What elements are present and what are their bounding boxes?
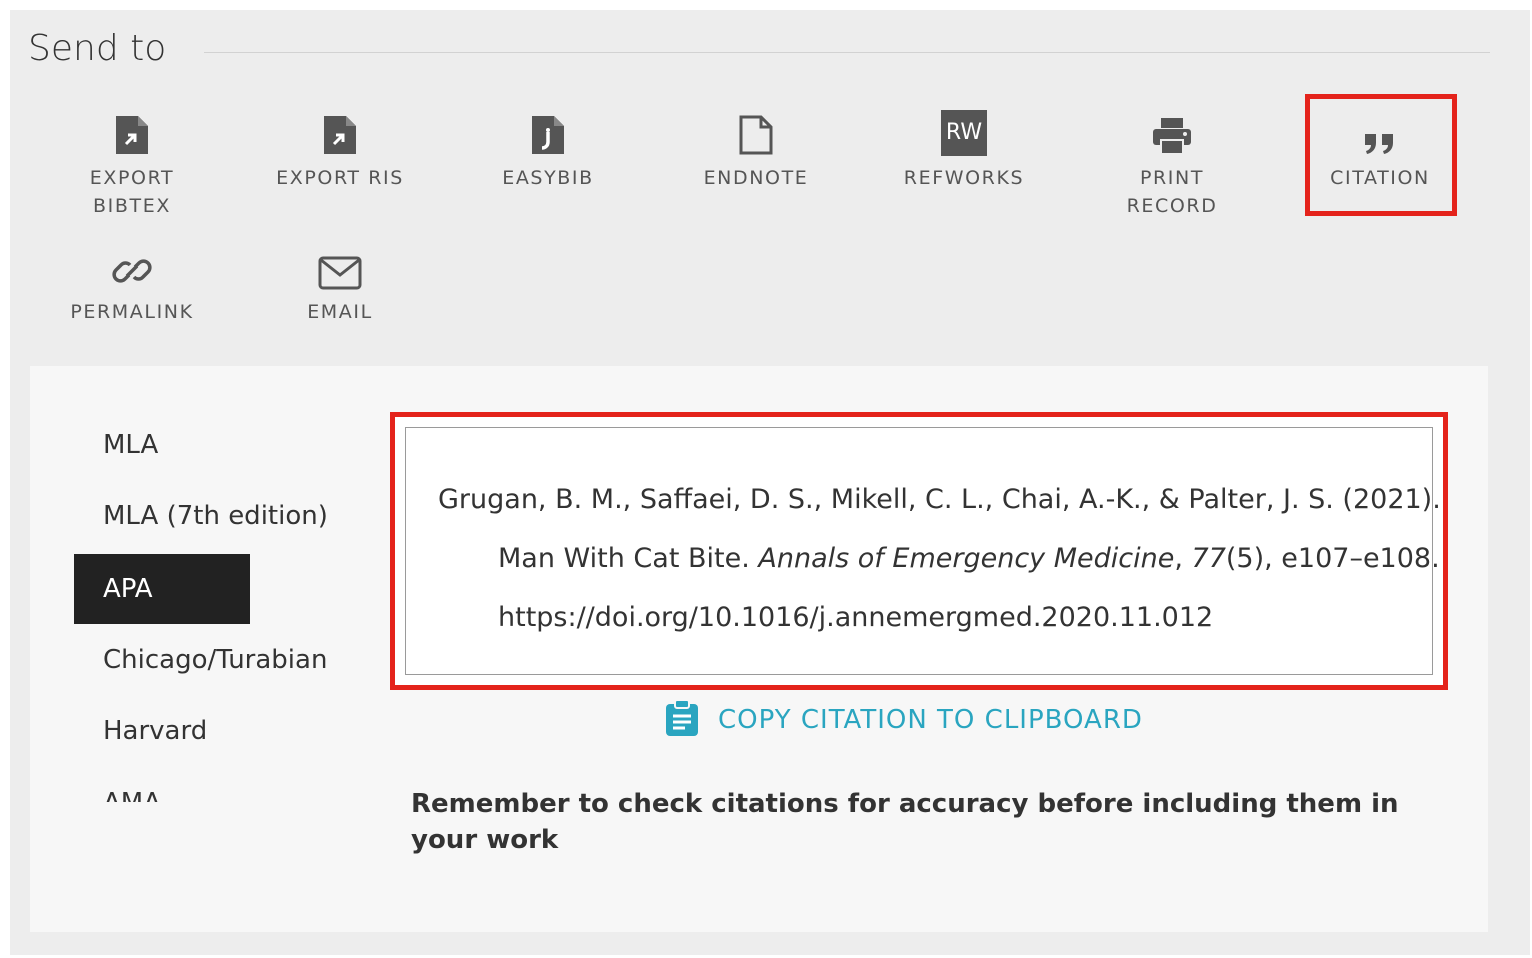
export-bibtex-button[interactable]: EXPORT BIBTEX: [32, 110, 232, 220]
copy-citation-label: COPY CITATION TO CLIPBOARD: [718, 705, 1143, 735]
print-record-button[interactable]: PRINT RECORD: [1072, 110, 1272, 220]
style-option-ama[interactable]: AMA: [74, 768, 250, 802]
citation-highlight-box: [1305, 94, 1457, 216]
style-option-chicago[interactable]: Chicago/Turabian: [74, 625, 327, 695]
export-bibtex-label: EXPORT BIBTEX: [89, 167, 175, 217]
style-option-apa[interactable]: APA: [74, 554, 250, 624]
permalink-button[interactable]: PERMALINK: [32, 244, 232, 326]
link-icon: [32, 244, 232, 290]
permalink-label: PERMALINK: [70, 301, 194, 323]
citation-highlight-box: Grugan, B. M., Saffaei, D. S., Mikell, C…: [390, 412, 1448, 690]
refworks-label: REFWORKS: [903, 167, 1025, 189]
easybib-file-icon: [448, 110, 648, 156]
citation-volume: 77: [1191, 543, 1226, 574]
printer-icon: [1072, 110, 1272, 156]
export-ris-button[interactable]: EXPORT RIS: [240, 110, 440, 192]
endnote-label: ENDNOTE: [703, 167, 809, 189]
send-to-panel: Send to EXPORT BIBTEX EXPORT RIS EASYBIB…: [10, 10, 1530, 955]
print-record-label: PRINT RECORD: [1126, 167, 1218, 217]
export-ris-label: EXPORT RIS: [276, 167, 404, 189]
citation-text-box[interactable]: Grugan, B. M., Saffaei, D. S., Mikell, C…: [405, 427, 1441, 675]
accuracy-reminder: Remember to check citations for accuracy…: [411, 789, 1399, 855]
endnote-button[interactable]: ENDNOTE: [656, 110, 856, 192]
email-button[interactable]: EMAIL: [240, 244, 440, 326]
refworks-icon: RW: [864, 110, 1064, 156]
citation-panel: MLA MLA (7th edition) APA Chicago/Turabi…: [30, 366, 1488, 932]
copy-citation-button[interactable]: COPY CITATION TO CLIPBOARD: [664, 698, 1143, 743]
file-export-icon: [240, 110, 440, 156]
easybib-button[interactable]: EASYBIB: [448, 110, 648, 192]
style-option-mla[interactable]: MLA: [74, 410, 250, 480]
email-label: EMAIL: [307, 301, 373, 323]
header-divider: [204, 52, 1490, 53]
file-export-icon: [32, 110, 232, 156]
file-outline-icon: [656, 110, 856, 156]
citation-journal: Annals of Emergency Medicine: [758, 543, 1175, 574]
refworks-icon-text: RW: [941, 110, 987, 156]
refworks-button[interactable]: RW REFWORKS: [864, 110, 1064, 192]
clipboard-icon: [664, 698, 700, 743]
citation-separator: ,: [1174, 543, 1192, 574]
style-option-harvard[interactable]: Harvard: [74, 696, 250, 766]
citation-text: Grugan, B. M., Saffaei, D. S., Mikell, C…: [438, 470, 1458, 647]
envelope-icon: [240, 244, 440, 290]
send-to-title: Send to: [28, 28, 167, 69]
send-to-header: Send to: [28, 28, 1490, 69]
easybib-label: EASYBIB: [502, 167, 594, 189]
style-option-mla-7th[interactable]: MLA (7th edition): [74, 481, 328, 551]
